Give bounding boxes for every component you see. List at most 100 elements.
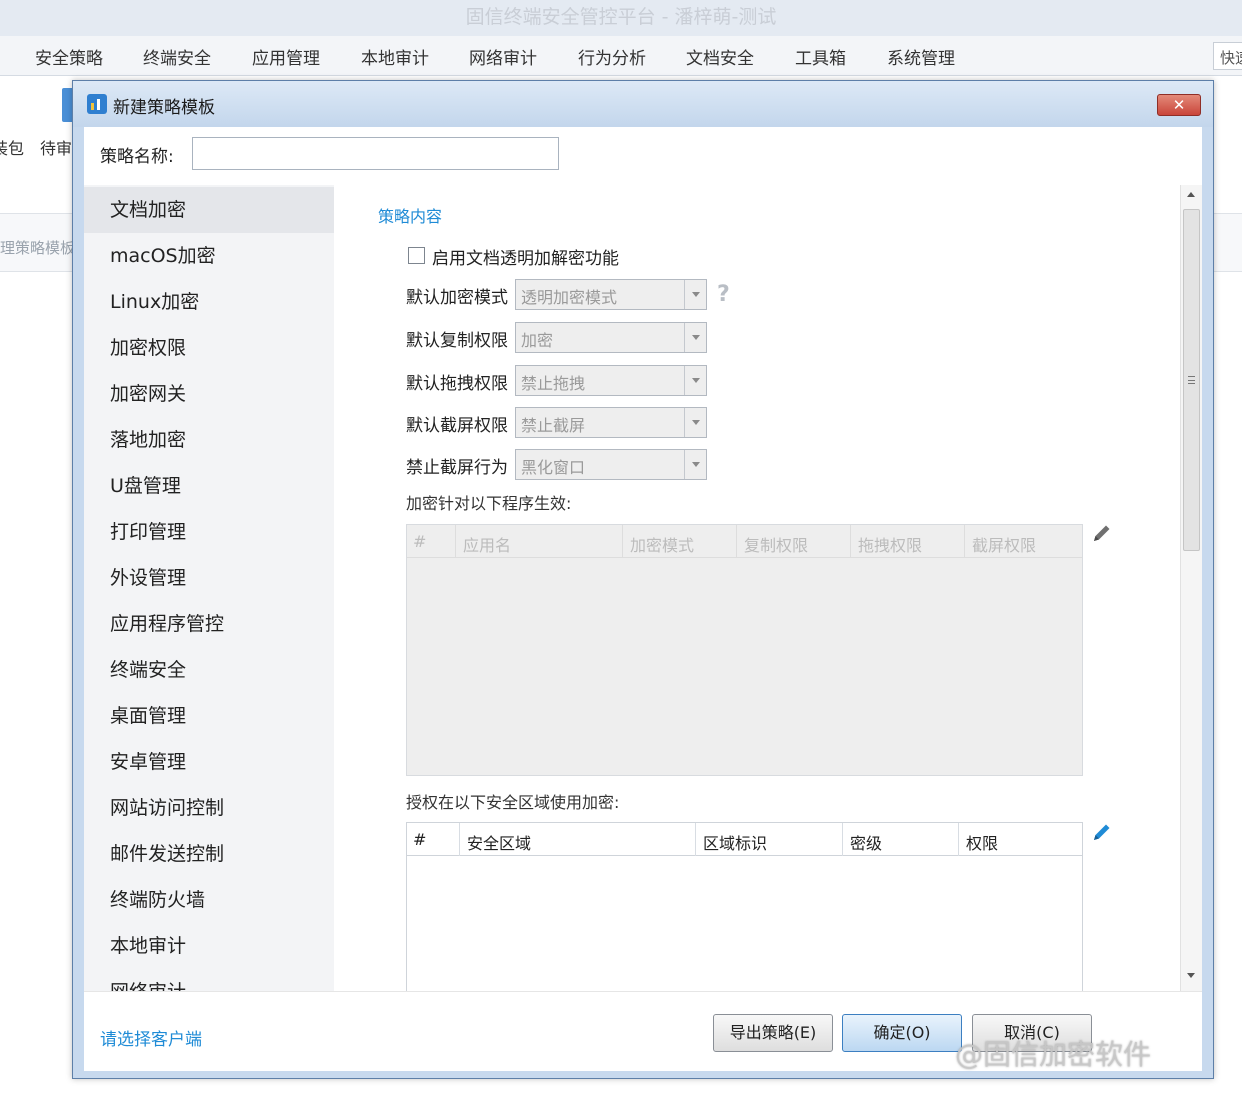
nav-item-print-management[interactable]: 打印管理 [84,509,334,555]
zones-label: 授权在以下安全区域使用加密: [406,793,620,812]
export-policy-button[interactable]: 导出策略(E) [713,1014,833,1052]
chart-app-icon [87,94,107,114]
toolbar-pending-label[interactable]: 待审 [40,135,72,159]
menu-local-audit[interactable]: 本地审计 [361,44,429,69]
col-security-zone: 安全区域 [467,834,532,853]
nav-item-email-send-control[interactable]: 邮件发送控制 [84,831,334,877]
zones-table-header: # 安全区域 区域标识 密级 权限 [407,823,1082,856]
nav-item-encryption-gateway[interactable]: 加密网关 [84,371,334,417]
select-value: 透明加密模式 [521,288,618,307]
screenshot-block-behavior-select[interactable]: 黑化窗口 [515,449,707,480]
menu-behavior-analysis[interactable]: 行为分析 [578,44,646,69]
dialog-title: 新建策略模板 [113,98,215,118]
content-scrollbar[interactable] [1180,185,1202,991]
menu-document-security[interactable]: 文档安全 [686,44,754,69]
nav-item-linux-encryption[interactable]: Linux加密 [84,279,334,325]
select-value: 禁止截屏 [521,416,586,435]
programs-table: # 应用名 加密模式 复制权限 拖拽权限 截屏权限 [406,524,1083,776]
nav-item-website-access-control[interactable]: 网站访问控制 [84,785,334,831]
col-separator [695,823,696,856]
nav-item-android-management[interactable]: 安卓管理 [84,739,334,785]
menu-security-policy[interactable]: 安全策略 [35,44,103,69]
chevron-down-icon[interactable] [684,280,706,309]
select-value: 加密 [521,331,554,350]
col-separator [850,525,851,558]
nav-item-landing-encryption[interactable]: 落地加密 [84,417,334,463]
enable-encryption-label[interactable]: 启用文档透明加解密功能 [432,244,619,269]
col-drag-permission: 拖拽权限 [858,536,923,555]
programs-label: 加密针对以下程序生效: [406,494,572,513]
edit-zones-pencil-icon[interactable] [1091,821,1113,843]
programs-table-header: # 应用名 加密模式 复制权限 拖拽权限 截屏权限 [407,525,1082,558]
chevron-down-icon[interactable] [684,323,706,352]
nav-item-usb-management[interactable]: U盘管理 [84,463,334,509]
watermark: @固信加密软件 [955,1038,1152,1071]
col-index: # [413,532,427,551]
select-client-link[interactable]: 请选择客户端 [100,1025,202,1050]
default-encryption-mode-select[interactable]: 透明加密模式 [515,279,707,310]
menu-system-management[interactable]: 系统管理 [887,44,955,69]
toolbar-package-label[interactable]: 装包 [0,135,24,159]
chevron-down-icon[interactable] [684,450,706,479]
menu-network-audit[interactable]: 网络审计 [469,44,537,69]
col-separator [622,525,623,558]
nav-item-peripheral-management[interactable]: 外设管理 [84,555,334,601]
edit-programs-pencil-icon[interactable] [1091,522,1113,544]
help-icon[interactable]: ? [717,282,730,307]
col-separator [459,823,460,856]
default-drag-permission-label: 默认拖拽权限 [406,374,508,394]
main-menubar: 安全策略 终端安全 应用管理 本地审计 网络审计 行为分析 文档安全 工具箱 系… [0,36,1242,76]
select-value: 禁止拖拽 [521,374,586,393]
security-zones-table: # 安全区域 区域标识 密级 权限 [406,822,1083,991]
dialog-body: 策略名称: 文档加密 macOS加密 Linux加密 加密权限 加密网关 落地加… [84,127,1202,1071]
policy-name-label: 策略名称: [100,147,174,167]
nav-item-local-audit[interactable]: 本地审计 [84,923,334,969]
ok-button[interactable]: 确定(O) [842,1014,962,1052]
nav-item-macos-encryption[interactable]: macOS加密 [84,233,334,279]
col-app-name: 应用名 [463,536,512,555]
col-separator [455,525,456,558]
default-encryption-mode-label: 默认加密模式 [406,288,508,308]
nav-item-app-control[interactable]: 应用程序管控 [84,601,334,647]
col-separator [964,525,965,558]
chevron-down-icon[interactable] [684,366,706,395]
default-copy-permission-label: 默认复制权限 [406,331,508,351]
quick-search-input[interactable]: 快速 [1213,42,1242,70]
scrollbar-thumb[interactable] [1183,209,1200,551]
menu-toolbox[interactable]: 工具箱 [795,44,846,69]
menu-app-management[interactable]: 应用管理 [252,44,320,69]
section-title: 策略内容 [378,207,443,226]
nav-item-endpoint-security[interactable]: 终端安全 [84,647,334,693]
policy-name-input[interactable] [192,137,559,170]
nav-item-endpoint-firewall[interactable]: 终端防火墙 [84,877,334,923]
scroll-up-arrow-icon[interactable] [1181,185,1202,205]
policy-content-panel: 策略内容 启用文档透明加解密功能 默认加密模式 透明加密模式 ? 默认复制权限 … [334,185,1202,991]
col-separator [736,525,737,558]
menu-endpoint-security[interactable]: 终端安全 [143,44,211,69]
col-copy-permission: 复制权限 [744,536,809,555]
nav-item-document-encryption[interactable]: 文档加密 [84,187,334,233]
default-drag-permission-select[interactable]: 禁止拖拽 [515,365,707,396]
close-button[interactable]: ✕ [1157,94,1201,116]
col-encryption-mode: 加密模式 [630,536,695,555]
nav-item-network-audit[interactable]: 网络审计 [84,969,334,991]
enable-encryption-checkbox[interactable] [408,247,425,264]
scroll-down-arrow-icon[interactable] [1181,965,1202,985]
default-screenshot-permission-select[interactable]: 禁止截屏 [515,407,707,438]
col-zone-id: 区域标识 [703,834,768,853]
app-title: 固信终端安全管控平台 - 潘梓萌-测试 [0,0,1242,36]
col-secret-level: 密级 [850,834,883,853]
col-separator [958,823,959,856]
select-value: 黑化窗口 [521,458,586,477]
nav-item-desktop-management[interactable]: 桌面管理 [84,693,334,739]
col-separator [842,823,843,856]
dialog-titlebar[interactable]: 新建策略模板 ✕ [73,81,1213,127]
policy-template-tab[interactable]: 理策略模板 [0,237,75,258]
chevron-down-icon[interactable] [684,408,706,437]
col-permission: 权限 [966,834,999,853]
policy-category-nav: 文档加密 macOS加密 Linux加密 加密权限 加密网关 落地加密 U盘管理… [84,185,334,991]
nav-item-encryption-permissions[interactable]: 加密权限 [84,325,334,371]
default-copy-permission-select[interactable]: 加密 [515,322,707,353]
col-index: # [413,830,427,849]
col-screenshot-permission: 截屏权限 [972,536,1037,555]
